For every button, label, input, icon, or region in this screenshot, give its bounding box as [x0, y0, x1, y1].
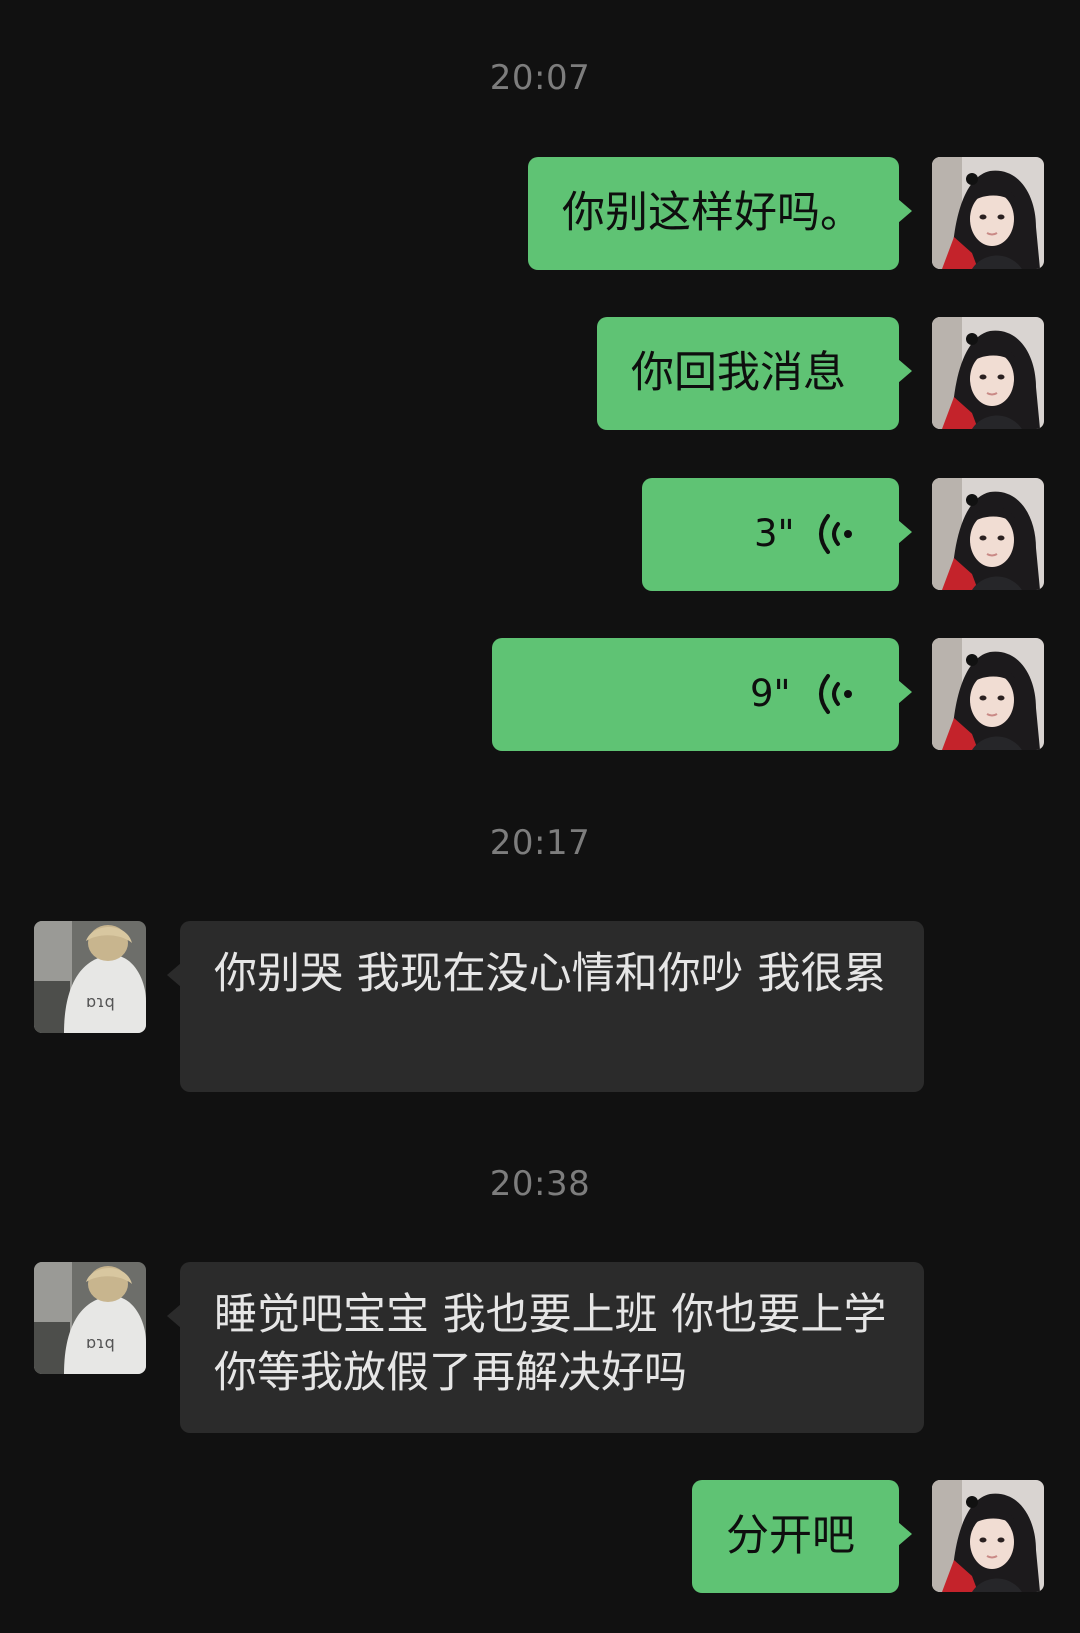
self-avatar[interactable] — [932, 317, 1044, 429]
message-bubble-sent[interactable]: 分开吧 — [692, 1480, 912, 1593]
message-bubble-sent[interactable]: 你别这样好吗。 — [528, 157, 912, 270]
voice-duration: 9" — [750, 672, 791, 715]
voice-wave-icon — [816, 670, 856, 718]
timestamp: 20:17 — [489, 823, 591, 863]
self-avatar[interactable] — [932, 157, 1044, 269]
contact-avatar[interactable] — [34, 1262, 146, 1374]
voice-message-sent[interactable]: 9" — [492, 638, 912, 751]
voice-message-sent[interactable]: 3" — [642, 478, 912, 591]
timestamp: 20:38 — [489, 1164, 591, 1204]
self-avatar[interactable] — [932, 478, 1044, 590]
message-text: 你别这样好吗。 — [562, 188, 863, 238]
contact-avatar[interactable] — [34, 921, 146, 1033]
message-text: 你回我消息 — [631, 348, 846, 398]
message-bubble-received[interactable]: 你别哭 我现在没心情和你吵 我很累 — [167, 921, 924, 1092]
message-bubble-sent[interactable]: 你回我消息 — [597, 317, 912, 430]
timestamp: 20:07 — [489, 58, 591, 98]
message-text: 睡觉吧宝宝 我也要上班 你也要上学你等我放假了再解决好吗 — [214, 1290, 887, 1398]
message-bubble-received[interactable]: 睡觉吧宝宝 我也要上班 你也要上学你等我放假了再解决好吗 — [167, 1262, 924, 1433]
self-avatar[interactable] — [932, 1480, 1044, 1592]
self-avatar[interactable] — [932, 638, 1044, 750]
voice-wave-icon — [816, 510, 856, 558]
message-text: 你别哭 我现在没心情和你吵 我很累 — [214, 949, 887, 999]
message-text: 分开吧 — [726, 1511, 855, 1561]
voice-duration: 3" — [754, 512, 795, 555]
